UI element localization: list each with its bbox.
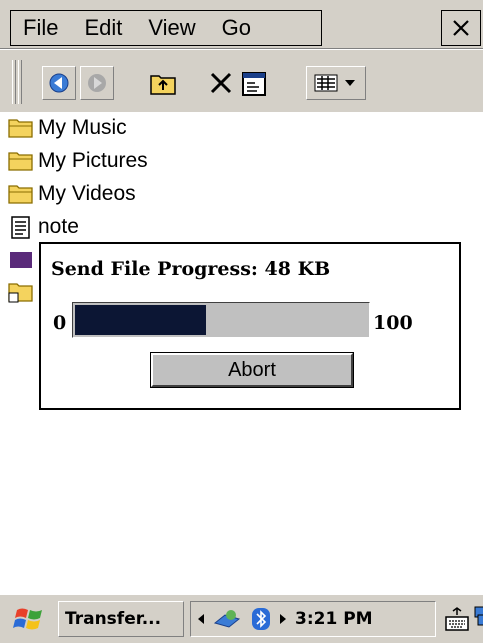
system-tray: 3:21 PM [190, 601, 436, 637]
progress-bar-fill [75, 305, 206, 335]
tray-right-arrow-icon [280, 614, 286, 624]
list-item[interactable] [8, 244, 34, 276]
progress-bar [72, 302, 370, 338]
list-item[interactable]: My Music [8, 112, 127, 144]
list-item[interactable]: note [8, 211, 79, 243]
folder-icon [8, 185, 33, 204]
tray-right-arrow[interactable] [277, 602, 289, 636]
properties-button[interactable] [238, 66, 272, 100]
list-item-label: My Videos [38, 182, 136, 205]
taskbar-task-button[interactable]: Transfer... [58, 601, 184, 637]
back-icon [49, 73, 69, 93]
folder-shortcut-icon [8, 283, 33, 303]
properties-icon [242, 72, 266, 96]
menu-bar: File Edit View Go [0, 0, 483, 49]
view-menu-button[interactable] [306, 66, 366, 100]
toolbar [0, 50, 483, 112]
abort-button[interactable]: Abort [150, 352, 354, 388]
list-item[interactable] [8, 277, 34, 309]
up-folder-icon [150, 75, 176, 95]
windows-switch-icon [474, 606, 483, 626]
close-icon [453, 20, 469, 36]
clock[interactable]: 3:21 PM [295, 602, 433, 636]
progress-min-label: 0 [53, 312, 67, 334]
delete-icon [210, 72, 232, 94]
menu-group: File Edit View Go [10, 10, 322, 46]
bluetooth-icon [252, 608, 270, 630]
network-tray-button[interactable] [209, 602, 245, 636]
keyboard-button[interactable] [440, 601, 474, 637]
folder-icon [8, 152, 33, 171]
menu-view[interactable]: View [148, 15, 195, 41]
taskbar: Transfer... 3:21 PM [0, 594, 483, 643]
start-flag-icon [13, 608, 42, 630]
up-folder-button[interactable] [146, 66, 180, 100]
tray-left-arrow-icon [198, 614, 204, 624]
network-icon [213, 610, 241, 628]
forward-button[interactable] [80, 66, 114, 100]
dialog-title: Send File Progress: 48 KB [51, 258, 331, 280]
list-item-label: My Music [38, 116, 127, 139]
menu-edit[interactable]: Edit [84, 15, 122, 41]
close-button[interactable] [441, 10, 481, 46]
menu-go[interactable]: Go [222, 15, 251, 41]
view-menu-icon [314, 74, 355, 92]
list-item[interactable]: My Pictures [8, 145, 148, 177]
send-file-progress-dialog: Send File Progress: 48 KB 0 100 Abort [39, 242, 461, 410]
toolbar-grip[interactable] [12, 60, 16, 104]
menu-file[interactable]: File [23, 15, 58, 41]
keyboard-icon [445, 607, 469, 631]
clock-text: 3:21 PM [295, 609, 373, 629]
delete-button[interactable] [204, 66, 238, 100]
text-file-icon [11, 216, 30, 239]
progress-max-label: 100 [373, 312, 413, 334]
list-item-label: My Pictures [38, 149, 148, 172]
desktop-switch-button[interactable] [474, 601, 483, 637]
media-file-icon [10, 252, 32, 268]
folder-icon [8, 119, 33, 138]
toolbar-grip-2 [18, 60, 22, 104]
list-item[interactable]: My Videos [8, 178, 136, 210]
forward-icon [88, 74, 106, 92]
start-button[interactable] [8, 601, 52, 637]
bluetooth-tray-button[interactable] [249, 602, 273, 636]
list-item-label: note [38, 215, 79, 238]
tray-left-arrow[interactable] [195, 602, 207, 636]
back-button[interactable] [42, 66, 76, 100]
